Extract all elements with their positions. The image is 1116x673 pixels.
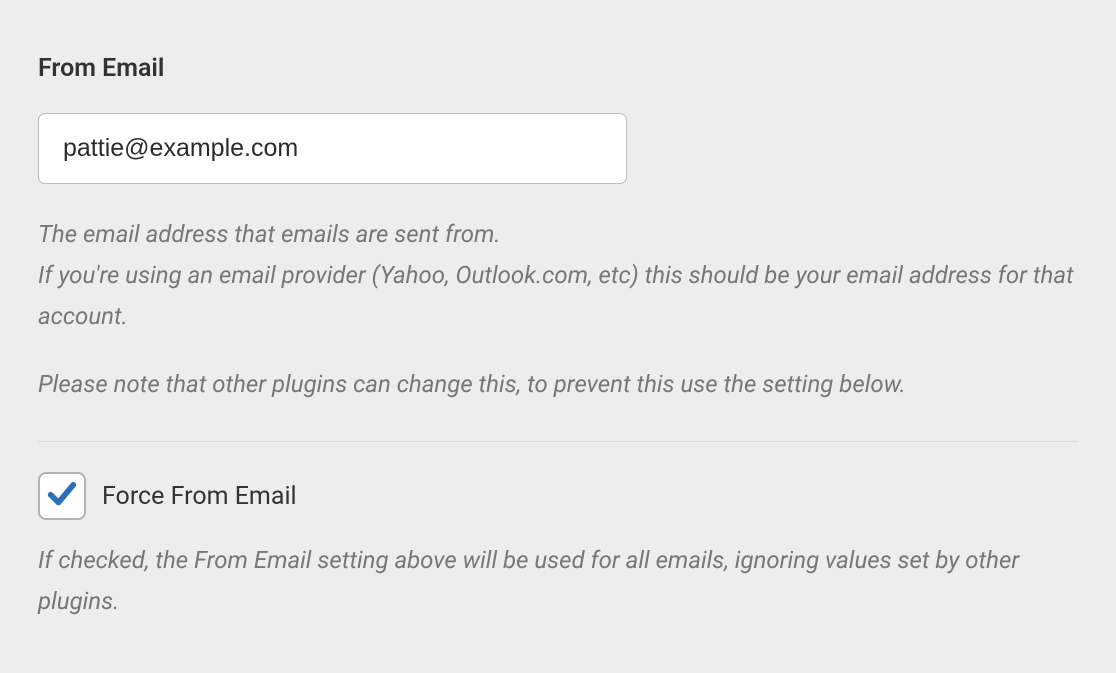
force-from-email-checkbox[interactable]: [38, 472, 86, 520]
from-email-help: The email address that emails are sent f…: [38, 214, 1078, 405]
force-from-email-help: If checked, the From Email setting above…: [38, 540, 1078, 622]
from-email-input[interactable]: [38, 113, 627, 184]
help-line-1: The email address that emails are sent f…: [38, 214, 1078, 255]
divider: [38, 441, 1078, 442]
section-title: From Email: [38, 54, 1078, 83]
force-from-email-row: Force From Email: [38, 472, 1078, 520]
from-email-section: From Email The email address that emails…: [38, 54, 1078, 622]
help-line-3: Please note that other plugins can chang…: [38, 364, 1078, 405]
force-from-email-label: Force From Email: [102, 482, 297, 511]
help-line-2: If you're using an email provider (Yahoo…: [38, 255, 1078, 337]
checkmark-icon: [45, 477, 79, 515]
